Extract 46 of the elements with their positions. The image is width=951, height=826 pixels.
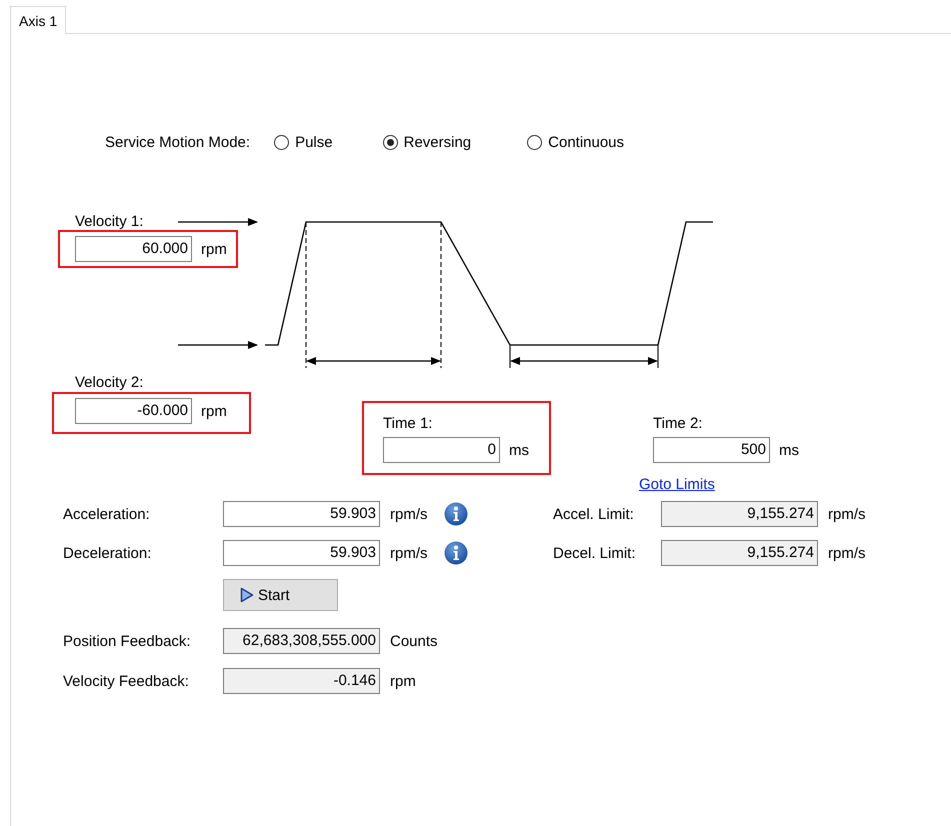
input-field[interactable]: 59.903 xyxy=(223,540,380,566)
radio-option[interactable]: Reversing xyxy=(382,134,472,150)
goto-limits-link[interactable]: Goto Limits xyxy=(639,476,715,493)
field-label: Decel. Limit: xyxy=(553,544,637,562)
input-field[interactable]: 59.903 xyxy=(223,501,380,527)
input-field[interactable]: 0 xyxy=(383,437,500,463)
radio-option[interactable]: Pulse xyxy=(274,134,333,150)
unit-label: rpm xyxy=(390,672,417,690)
radio-button[interactable] xyxy=(274,134,290,150)
readonly-field: -0.146 xyxy=(223,668,380,694)
field-label: Position Feedback: xyxy=(63,632,192,650)
field-label: Accel. Limit: xyxy=(553,506,635,522)
field-label: Velocity Feedback: xyxy=(63,672,190,690)
radio-label: Continuous xyxy=(548,134,624,150)
readonly-field: 62,683,308,555.000 xyxy=(223,628,380,654)
readonly-field: 9,155.274 xyxy=(661,501,818,527)
input-field[interactable]: 500 xyxy=(653,437,770,463)
input-field[interactable]: 60.000 xyxy=(75,236,192,262)
unit-label: rpm/s xyxy=(828,506,866,522)
field-label: Time 1: xyxy=(383,415,432,432)
play-icon xyxy=(240,587,254,603)
field-label: Acceleration: xyxy=(63,506,151,522)
radio-button[interactable] xyxy=(382,134,398,150)
radio-label: Reversing xyxy=(404,134,472,150)
field-label: Velocity 2: xyxy=(75,374,144,391)
input-field[interactable]: -60.000 xyxy=(75,398,192,424)
field-label: Velocity 1: xyxy=(75,213,144,230)
mode-label: Service Motion Mode: xyxy=(105,134,250,150)
unit-label: ms xyxy=(509,442,529,458)
unit-label: ms xyxy=(779,442,799,458)
info-icon[interactable] xyxy=(444,541,468,565)
unit-label: rpm/s xyxy=(390,544,428,562)
radio-label: Pulse xyxy=(295,134,333,150)
tab[interactable]: Axis 1 xyxy=(10,6,66,34)
start-button[interactable]: Start xyxy=(223,579,338,611)
field-label: Deceleration: xyxy=(63,544,152,562)
radio-button[interactable] xyxy=(527,134,542,150)
field-label: Time 2: xyxy=(653,415,702,432)
unit-label: rpm xyxy=(201,402,227,420)
unit-label: Counts xyxy=(390,632,439,650)
info-icon[interactable] xyxy=(444,502,468,526)
unit-label: rpm/s xyxy=(390,506,428,522)
unit-label: rpm/s xyxy=(828,544,866,562)
radio-option[interactable]: Continuous xyxy=(527,134,624,150)
unit-label: rpm xyxy=(201,240,227,258)
readonly-field: 9,155.274 xyxy=(661,540,818,566)
